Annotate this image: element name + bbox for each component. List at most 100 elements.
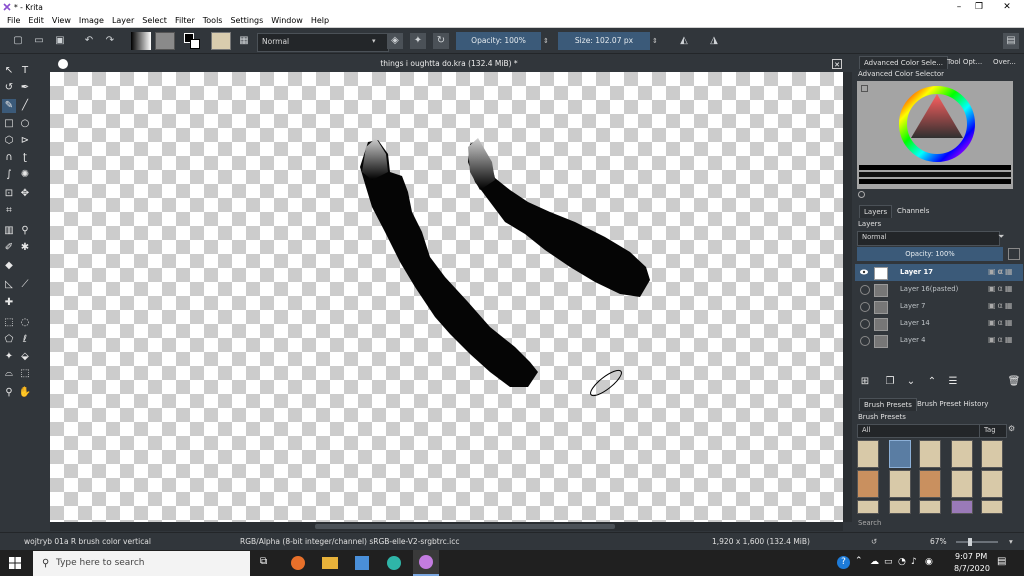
freehand-select-icon[interactable]: ℓ <box>18 333 32 347</box>
freehand-path-icon[interactable]: ʈ <box>18 151 32 165</box>
windows-start-icon[interactable] <box>9 557 21 569</box>
fill-tool-icon[interactable]: ◆ <box>2 259 16 273</box>
menu-select[interactable]: Select <box>138 16 171 25</box>
brush-preset-tile[interactable] <box>919 470 941 498</box>
redo-icon[interactable]: ↷ <box>102 33 118 49</box>
tab-brush-presets[interactable]: Brush Presets <box>859 398 917 411</box>
brush-preset-tile[interactable] <box>857 470 879 498</box>
menu-filter[interactable]: Filter <box>171 16 199 25</box>
horizontal-scrollbar[interactable] <box>50 522 843 531</box>
menu-settings[interactable]: Settings <box>226 16 267 25</box>
layer-row[interactable]: Layer 16(pasted) ▣α▦ <box>855 281 1023 298</box>
brush-preset-tile[interactable] <box>889 440 911 468</box>
volume-icon[interactable]: ♪ <box>911 557 917 567</box>
bezier-tool-icon[interactable]: ∩ <box>2 151 16 165</box>
workspace-chooser-icon[interactable]: ▤ <box>1003 33 1019 49</box>
dynamic-brush-icon[interactable]: ∫ <box>2 168 16 182</box>
drawing-canvas[interactable] <box>50 72 843 522</box>
smart-patch-icon[interactable]: ✱ <box>18 241 32 255</box>
file-explorer-icon[interactable] <box>322 557 338 569</box>
reference-tool-icon[interactable]: ✚ <box>2 296 16 310</box>
measure-tool-icon[interactable]: ⟋ <box>18 278 32 292</box>
layer-lock-icons[interactable]: ▣α▦ <box>988 267 1015 276</box>
alpha-lock-icon[interactable]: ✦ <box>410 33 426 49</box>
visibility-hidden-icon[interactable] <box>860 319 870 329</box>
save-icon[interactable]: ▣ <box>52 33 68 49</box>
new-document-icon[interactable]: ▢ <box>10 33 26 49</box>
menu-tools[interactable]: Tools <box>199 16 227 25</box>
polygon-select-icon[interactable]: ⬠ <box>2 333 16 347</box>
tray-chevron-up-icon[interactable]: ⌃ <box>855 556 863 566</box>
reload-preset-icon[interactable]: ↻ <box>433 33 449 49</box>
menu-file[interactable]: File <box>3 16 24 25</box>
menu-help[interactable]: Help <box>307 16 333 25</box>
color-swap-icon[interactable] <box>184 33 200 49</box>
tab-layers[interactable]: Layers <box>859 205 893 218</box>
layer-row[interactable]: Layer 7 ▣α▦ <box>855 298 1023 315</box>
visibility-eye-icon[interactable] <box>860 268 868 276</box>
size-slider[interactable]: Size: 102.07 px <box>558 32 650 50</box>
rotation-reset-icon[interactable]: ↺ <box>871 537 877 546</box>
zoom-slider-handle[interactable] <box>968 538 972 546</box>
layer-row[interactable]: Layer 14 ▣α▦ <box>855 315 1023 332</box>
brush-preset-tile[interactable] <box>919 440 941 468</box>
taskbar-search-input[interactable]: Type here to search <box>56 551 144 576</box>
maximize-button[interactable]: ❐ <box>966 0 992 14</box>
move-layer-down-icon[interactable]: ⌄ <box>904 375 918 389</box>
layer-row[interactable]: Layer 4 ▣α▦ <box>855 332 1023 349</box>
gradient-selector[interactable] <box>131 32 151 50</box>
layer-blend-mode-select[interactable]: Normal <box>857 231 1000 246</box>
opacity-slider[interactable]: Opacity: 100% <box>456 32 541 50</box>
horizontal-scroll-thumb[interactable] <box>315 524 615 529</box>
layer-properties-icon[interactable] <box>1008 248 1020 260</box>
layer-row[interactable]: Layer 17 ▣α▦ <box>855 264 1023 281</box>
brush-settings-icon[interactable]: ⚙ <box>1008 424 1015 433</box>
brush-filter-select[interactable]: All <box>857 424 980 438</box>
brush-search-input[interactable]: Search <box>858 519 881 527</box>
zoom-slider[interactable] <box>956 541 998 543</box>
color-history-icon[interactable] <box>858 191 865 198</box>
tab-channels[interactable]: Channels <box>893 205 933 217</box>
task-view-icon[interactable]: ⧉ <box>260 556 267 567</box>
ellipse-tool-icon[interactable]: ○ <box>18 117 32 131</box>
cloud-icon[interactable]: ☁ <box>870 557 879 567</box>
menu-window[interactable]: Window <box>267 16 307 25</box>
brush-preset-tile[interactable] <box>857 440 879 468</box>
mirror-vertical-icon[interactable]: ◮ <box>704 33 724 49</box>
blend-mode-select[interactable]: Normal <box>257 33 389 52</box>
visibility-hidden-icon[interactable] <box>860 285 870 295</box>
tab-overview[interactable]: Over... <box>989 56 1020 68</box>
edit-shapes-icon[interactable]: ↺ <box>2 81 16 95</box>
brush-preset-tile[interactable] <box>857 500 879 514</box>
vertical-scrollbar[interactable] <box>843 72 852 522</box>
color-picker-icon[interactable]: ⚲ <box>18 224 32 238</box>
close-document-icon[interactable]: ✕ <box>832 59 842 69</box>
layer-opacity-slider[interactable]: Opacity: 100% <box>857 247 1003 261</box>
add-layer-icon[interactable]: ⊞ <box>858 375 872 389</box>
workspace-icon[interactable]: ▦ <box>236 33 252 49</box>
layer-menu-icon[interactable]: ☰ <box>946 375 960 389</box>
colorize-mask-icon[interactable]: ✐ <box>2 241 16 255</box>
brush-preset-tile[interactable] <box>951 500 973 514</box>
menu-image[interactable]: Image <box>75 16 108 25</box>
brush-preset-tile[interactable] <box>919 500 941 514</box>
brush-preset-tile[interactable] <box>951 470 973 498</box>
brush-preset-tile[interactable] <box>889 500 911 514</box>
text-tool-icon[interactable]: T <box>18 64 32 78</box>
brush-preset-tile[interactable] <box>951 440 973 468</box>
polyline-tool-icon[interactable]: ⊳ <box>18 134 32 148</box>
brush-preset-tile[interactable] <box>981 500 1003 514</box>
contiguous-select-icon[interactable]: ✦ <box>2 350 16 364</box>
size-stepper-icon[interactable]: ⇕ <box>652 37 658 45</box>
rectangle-tool-icon[interactable]: □ <box>2 117 16 131</box>
gradient-tool-icon[interactable]: ▥ <box>2 224 16 238</box>
brush-preset-tile[interactable] <box>981 470 1003 498</box>
select-shapes-icon[interactable]: ↖ <box>2 64 16 78</box>
pan-tool-icon[interactable]: ✋ <box>18 386 32 400</box>
status-menu-icon[interactable]: ▾ <box>1009 537 1013 546</box>
battery-icon[interactable]: ▭ <box>884 557 893 567</box>
layer-lock-icons[interactable]: ▣α▦ <box>988 318 1014 327</box>
transform-tool-icon[interactable]: ⊡ <box>2 187 16 201</box>
color-settings-icon[interactable] <box>861 85 868 92</box>
brush-preset-icon[interactable] <box>211 32 231 50</box>
